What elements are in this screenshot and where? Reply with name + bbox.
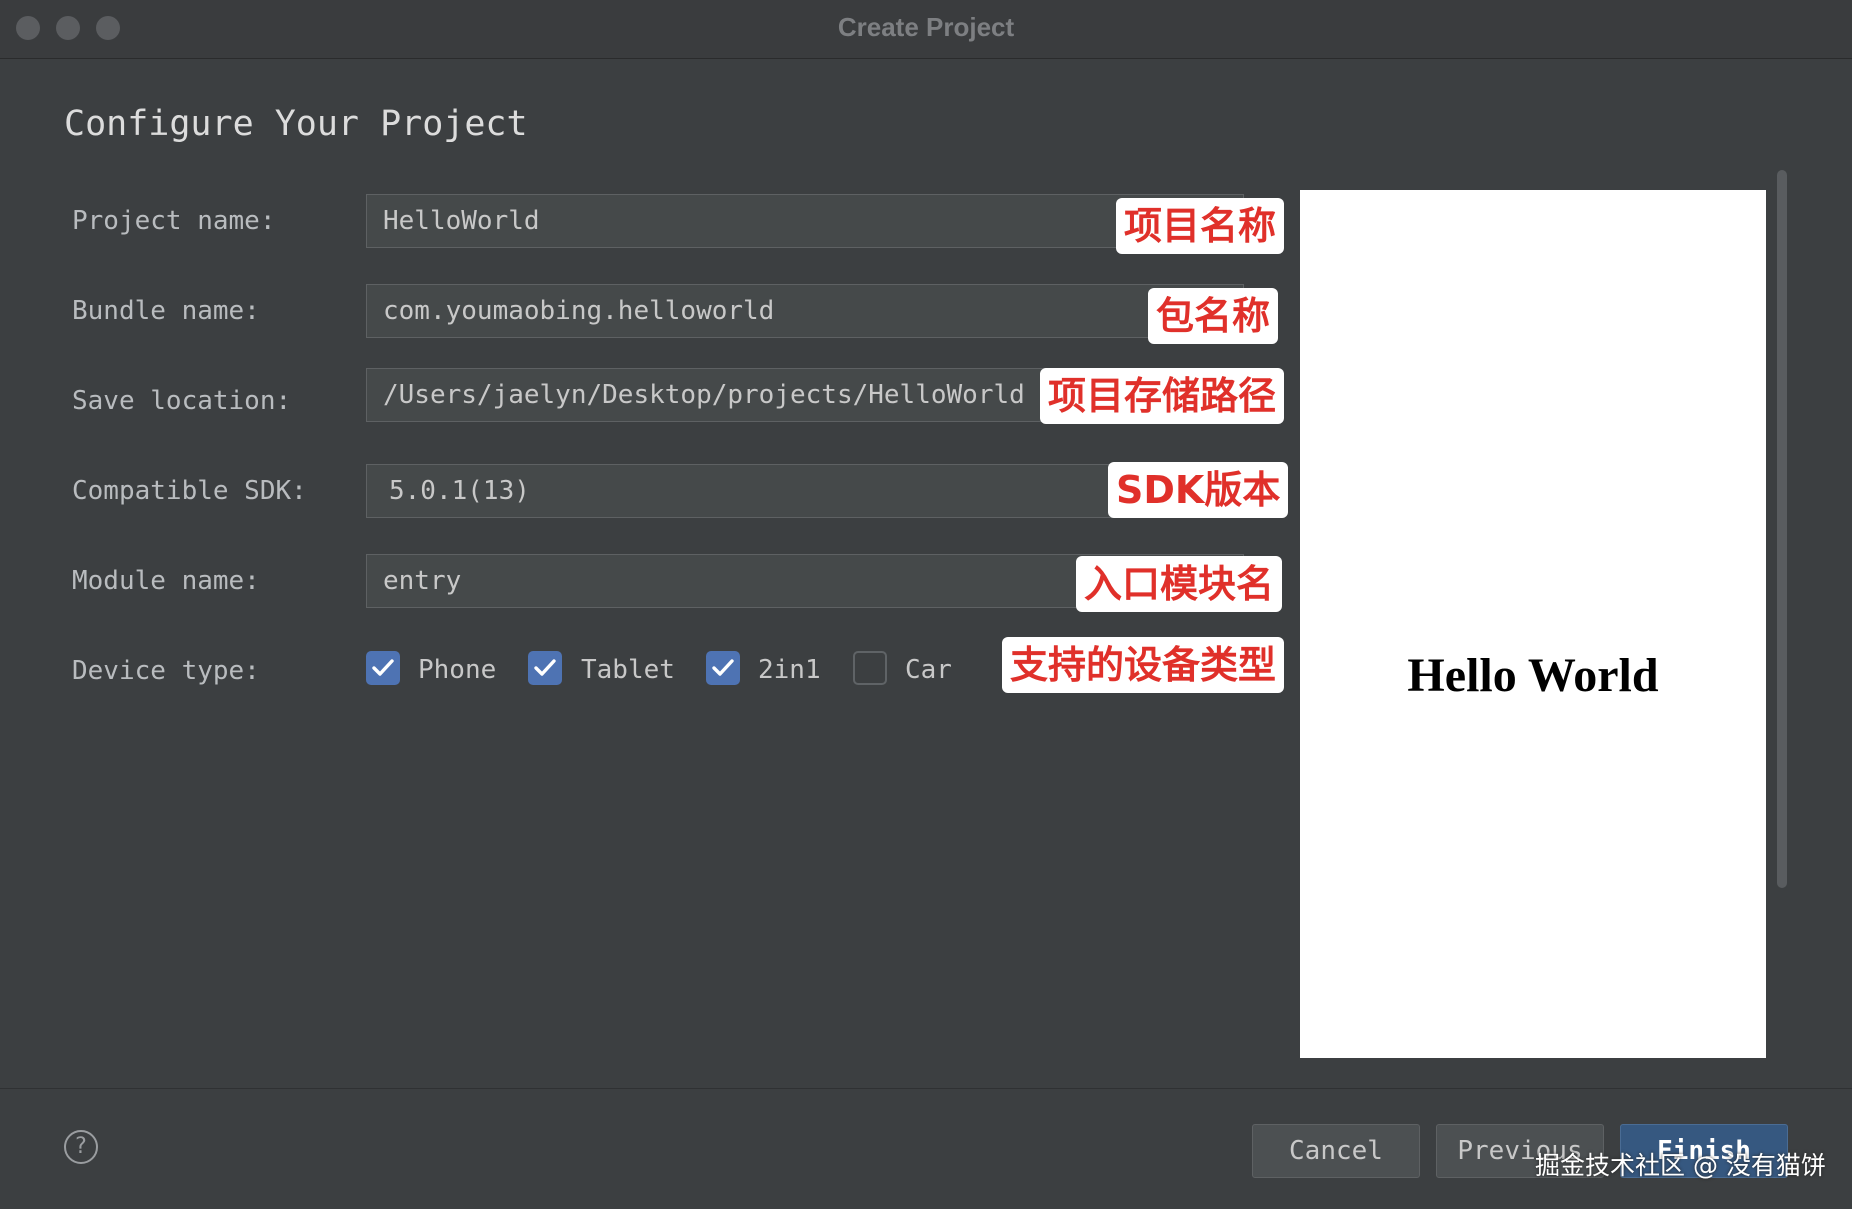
- compatible-sdk-annotation: SDK版本: [1108, 462, 1289, 518]
- 2in1-checkbox-label: 2in1: [758, 655, 821, 685]
- car-checkbox-label: Car: [905, 655, 952, 685]
- preview-scrollbar[interactable]: [1777, 170, 1787, 888]
- page-title: Configure Your Project: [64, 104, 528, 144]
- bundle-name-value: com.youmaobing.helloworld: [383, 296, 775, 326]
- save-location-annotation: 项目存储路径: [1040, 368, 1285, 424]
- module-name-label: Module name:: [72, 566, 260, 596]
- project-name-value: HelloWorld: [383, 206, 540, 236]
- car-checkbox[interactable]: [853, 651, 887, 685]
- save-location-value: /Users/jaelyn/Desktop/projects/HelloWorl…: [383, 380, 1025, 410]
- device-type-annotation: 支持的设备类型: [1002, 637, 1285, 693]
- checkmark-icon: [712, 659, 734, 676]
- watermark-text: 掘金技术社区 @ 没有猫饼: [1535, 1151, 1826, 1180]
- save-location-label: Save location:: [72, 386, 292, 416]
- compatible-sdk-label: Compatible SDK:: [72, 476, 307, 506]
- tablet-checkbox-label: Tablet: [581, 655, 675, 685]
- help-icon[interactable]: ?: [64, 1130, 98, 1164]
- preview-hello-text: Hello World: [1407, 649, 1659, 702]
- cancel-button[interactable]: Cancel: [1252, 1124, 1420, 1178]
- bundle-name-field[interactable]: com.youmaobing.helloworld: [366, 284, 1244, 338]
- project-name-label: Project name:: [72, 206, 276, 236]
- template-preview: Hello World: [1300, 190, 1766, 1058]
- 2in1-checkbox[interactable]: [706, 651, 740, 685]
- compatible-sdk-value: 5.0.1(13): [389, 476, 530, 506]
- bundle-name-annotation: 包名称: [1148, 288, 1279, 344]
- phone-checkbox-label: Phone: [418, 655, 497, 685]
- phone-checkbox[interactable]: [366, 651, 400, 685]
- create-project-window: Create Project Configure Your Project Pr…: [0, 0, 1852, 1209]
- module-name-value: entry: [383, 566, 462, 596]
- title-bar: Create Project: [0, 0, 1852, 59]
- device-type-label: Device type:: [72, 656, 260, 686]
- project-name-annotation: 项目名称: [1116, 198, 1285, 254]
- checkmark-icon: [372, 659, 394, 676]
- project-name-field[interactable]: HelloWorld: [366, 194, 1244, 248]
- checkmark-icon: [534, 659, 556, 676]
- bundle-name-label: Bundle name:: [72, 296, 260, 326]
- window-title: Create Project: [837, 12, 1015, 42]
- tablet-checkbox[interactable]: [528, 651, 562, 685]
- module-name-annotation: 入口模块名: [1076, 556, 1283, 612]
